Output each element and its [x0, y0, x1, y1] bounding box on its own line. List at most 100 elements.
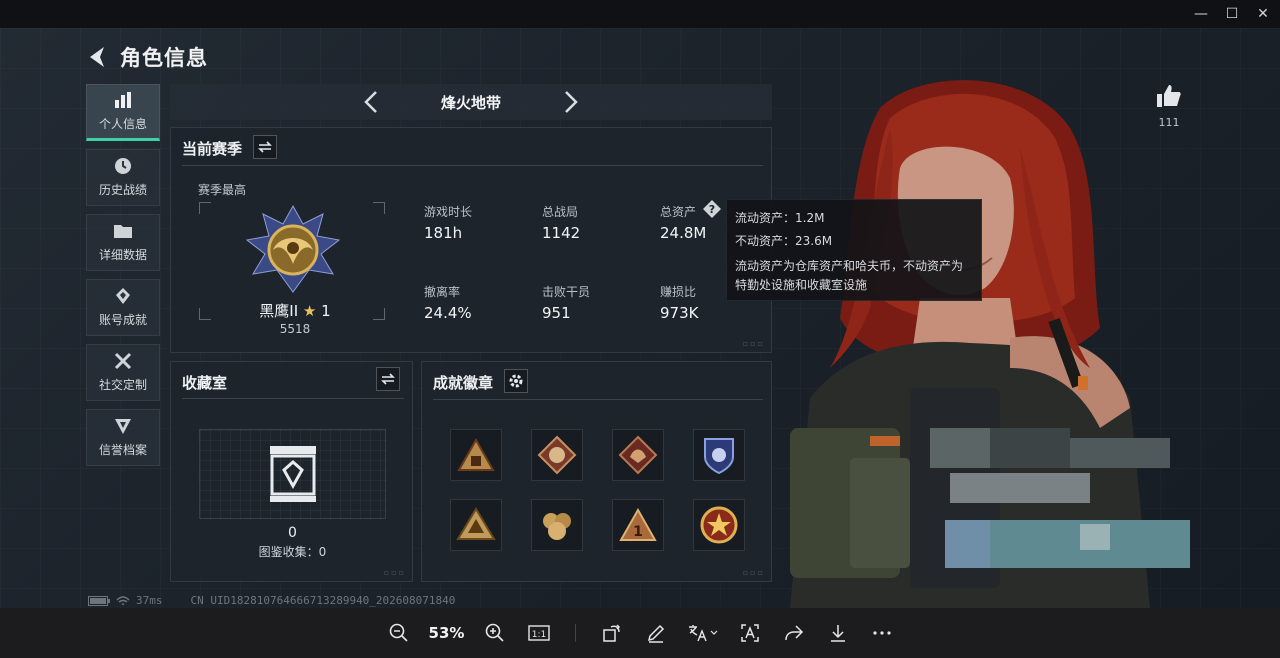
achievement-settings-button[interactable] [504, 369, 528, 393]
achievement-badge[interactable] [450, 429, 502, 481]
share-button[interactable] [772, 615, 816, 651]
current-season-panel: 当前赛季 赛季最高 黑鹰II ★ 1 5518 游戏时长 181h 总战局 11… [170, 127, 772, 353]
sidebar-nav: 个人信息 历史战绩 详细数据 账号成就 社交定制 信誉档案 [86, 84, 160, 474]
censored-region [930, 428, 1190, 568]
tooltip-description: 流动资产为仓库资产和哈夫币，不动资产为特勤处设施和收藏室设施 [735, 259, 964, 292]
frame-corner [199, 202, 211, 214]
zoom-in-button[interactable] [473, 615, 517, 651]
showcase-icon [270, 446, 316, 502]
status-line: 37ms CN UID1828107646667132899​40_202608… [88, 594, 455, 607]
gear-icon [509, 374, 523, 388]
tooltip-liquid-assets: 流动资产：1.2M [735, 211, 825, 225]
previous-mode-button[interactable] [351, 91, 391, 113]
zoom-out-icon [389, 623, 408, 642]
season-best-label: 赛季最高 [198, 183, 247, 197]
stat-label-matches: 总战局 [542, 205, 579, 219]
rank-emblem-icon [245, 204, 341, 293]
sidebar-item-label: 社交定制 [98, 378, 147, 392]
collection-display[interactable] [199, 429, 386, 519]
like-button[interactable]: 111 [1152, 84, 1186, 129]
stat-label-extraction-rate: 撤离率 [424, 285, 461, 299]
close-button[interactable]: ✕ [1248, 4, 1278, 24]
mode-selector: 烽火地带 [170, 84, 772, 120]
clock-icon [113, 157, 133, 175]
ocr-icon [740, 624, 759, 642]
achievement-badge[interactable] [693, 499, 745, 551]
more-icon [872, 631, 891, 635]
svg-text:1: 1 [633, 524, 643, 540]
rotate-button[interactable] [590, 615, 634, 651]
pencil-icon [647, 624, 664, 643]
tooltip-fixed-assets: 不动资产：23.6M [735, 234, 833, 248]
sidebar-item-social[interactable]: 社交定制 [86, 344, 160, 401]
next-mode-button[interactable] [551, 91, 591, 113]
asset-info-button[interactable]: ? [703, 200, 721, 218]
triangle-badge-icon: 1 [619, 508, 657, 541]
stat-value-assets: 24.8M [660, 224, 707, 242]
sidebar-item-history[interactable]: 历史战绩 [86, 149, 160, 206]
bar-chart-icon [113, 91, 133, 109]
tools-icon [113, 352, 133, 370]
game-viewport: 角色信息 个人信息 历史战绩 详细数据 账号成就 社交定制 信誉档案 烽火地带 … [0, 28, 1280, 608]
diamond-badge-icon [618, 435, 658, 475]
more-button[interactable] [860, 615, 904, 651]
medal-badge-icon [700, 506, 738, 544]
panel-title: 收藏室 [182, 374, 228, 392]
sidebar-item-label: 历史战绩 [98, 183, 147, 197]
sidebar-item-label: 详细数据 [98, 248, 147, 262]
player-uid: CN UID1828107646667132899​40_20260807184… [190, 594, 456, 607]
swap-collection-button[interactable] [376, 367, 400, 391]
achievement-badge[interactable] [693, 429, 745, 481]
shield-badge-icon [704, 438, 734, 475]
divider [182, 165, 763, 166]
zoom-in-icon [485, 623, 504, 642]
stat-value-profit-ratio: 973K [660, 304, 699, 322]
sidebar-item-label: 个人信息 [98, 117, 147, 131]
collection-label: 图鉴收集：0 [258, 545, 327, 559]
rank-stars: 1 [321, 302, 331, 320]
svg-text:?: ? [709, 203, 715, 216]
back-arrow-icon[interactable] [86, 45, 108, 69]
page-title: 角色信息 [120, 46, 208, 70]
achievement-badge[interactable] [531, 499, 583, 551]
rank-line: 黑鹰II ★ 1 [241, 300, 349, 321]
divider [182, 398, 404, 399]
rotate-icon [602, 624, 620, 642]
frame-corner [199, 308, 211, 320]
sidebar-item-personal-info[interactable]: 个人信息 [86, 84, 160, 141]
wifi-icon [116, 595, 130, 605]
sidebar-item-reputation[interactable]: 信誉档案 [86, 409, 160, 466]
panel-title: 当前赛季 [182, 140, 243, 158]
zoom-out-button[interactable] [377, 615, 421, 651]
swap-icon [381, 373, 395, 385]
achievement-badge[interactable] [450, 499, 502, 551]
sidebar-item-label: 信誉档案 [98, 443, 147, 457]
triangle-badge-icon [457, 438, 495, 471]
collection-count: 0 [288, 525, 297, 541]
sidebar-item-details[interactable]: 详细数据 [86, 214, 160, 271]
stat-label-kills: 击败干员 [542, 285, 591, 299]
translate-button[interactable] [678, 615, 728, 651]
share-icon [784, 625, 803, 641]
viewer-toolbar: 53% 1:1 [0, 608, 1280, 658]
download-button[interactable] [816, 615, 860, 651]
help-icon: ? [703, 200, 721, 218]
stat-value-playtime: 181h [424, 224, 463, 242]
text-recognition-button[interactable] [728, 615, 772, 651]
edit-button[interactable] [634, 615, 678, 651]
page-header: 角色信息 [86, 42, 208, 72]
sidebar-item-achievements[interactable]: 账号成就 [86, 279, 160, 336]
star-icon: ★ [302, 302, 317, 320]
swap-season-button[interactable] [253, 135, 277, 159]
minimize-button[interactable]: — [1186, 4, 1216, 24]
stat-label-profit-ratio: 赚损比 [660, 285, 697, 299]
rank-points: 5518 [279, 322, 311, 336]
actual-size-icon: 1:1 [527, 625, 550, 641]
zoom-level: 53% [428, 624, 465, 642]
achievement-badge[interactable] [531, 429, 583, 481]
maximize-button[interactable]: ☐ [1217, 4, 1247, 24]
achievement-badge[interactable] [612, 429, 664, 481]
achievement-badge[interactable]: 1 [612, 499, 664, 551]
mode-name: 烽火地带 [440, 93, 501, 112]
actual-size-button[interactable]: 1:1 [517, 615, 561, 651]
